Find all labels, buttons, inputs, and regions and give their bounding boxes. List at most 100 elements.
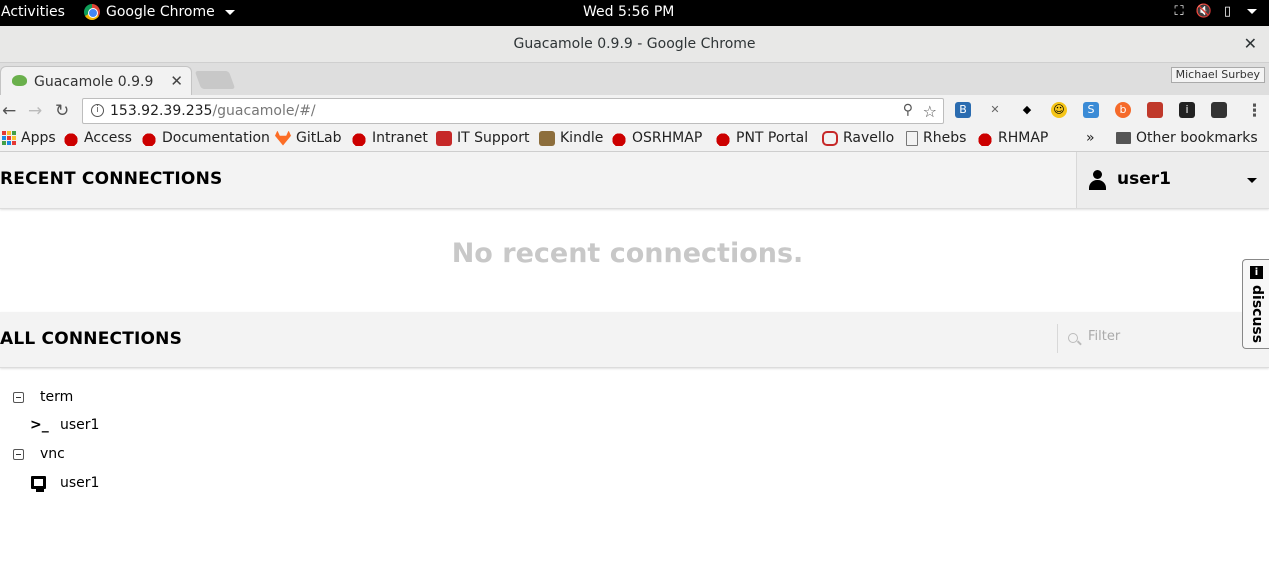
collapse-icon[interactable] xyxy=(13,449,24,460)
system-tray[interactable]: ⛶ 🔇 ▯ xyxy=(1175,4,1257,19)
emoji-icon[interactable]: ☺ xyxy=(1051,102,1067,118)
page-icon xyxy=(906,130,918,146)
kindle-icon xyxy=(539,130,555,146)
bookmark-label: Apps xyxy=(21,130,56,146)
volume-muted-icon: 🔇 xyxy=(1195,4,1212,19)
extension-icon[interactable]: B xyxy=(955,102,971,118)
profile-button[interactable]: Michael Surbey xyxy=(1170,67,1265,83)
discuss-label: discuss xyxy=(1249,284,1265,344)
bookmark-intranet[interactable]: Intranet xyxy=(351,130,428,146)
os-top-bar: Activities Google Chrome Wed 5:56 PM ⛶ 🔇… xyxy=(0,0,1269,26)
connection-group-vnc[interactable]: vnc xyxy=(0,444,200,466)
git-icon[interactable]: ◆ xyxy=(1019,102,1035,118)
connection-label: user1 xyxy=(60,417,100,433)
recent-connections-header: RECENT CONNECTIONS user1 xyxy=(0,152,1269,209)
other-bookmarks-label: Other bookmarks xyxy=(1136,130,1258,146)
user-icon xyxy=(1089,170,1106,190)
bookmark-osrhmap[interactable]: OSRHMAP xyxy=(611,130,702,146)
user-menu-name: user1 xyxy=(1117,169,1171,189)
bookmarks-overflow-button[interactable]: » xyxy=(1086,130,1095,146)
url-host: 153.92.39.235 xyxy=(110,103,213,119)
info-icon[interactable]: i xyxy=(91,104,104,117)
servicenow-icon xyxy=(436,130,452,146)
back-button[interactable]: ← xyxy=(2,101,16,121)
redhat-icon xyxy=(63,130,79,146)
forward-button[interactable]: → xyxy=(28,101,42,121)
tab-close-button[interactable]: ✕ xyxy=(170,72,183,90)
bookmarks-bar: Apps Access Documentation GitLab Intrane… xyxy=(0,127,1269,152)
bookmark-gitlab[interactable]: GitLab xyxy=(275,130,342,146)
redhat-icon xyxy=(611,130,627,146)
no-recent-connections-message: No recent connections. xyxy=(451,238,804,269)
extension-icon[interactable]: ✕ xyxy=(987,102,1003,118)
other-bookmarks-folder[interactable]: Other bookmarks xyxy=(1116,130,1258,146)
bookmark-label: RHMAP xyxy=(998,130,1049,146)
bookmark-label: Documentation xyxy=(162,130,270,146)
filter-placeholder: Filter xyxy=(1088,329,1121,344)
url-text: 153.92.39.235/guacamole/#/ xyxy=(110,103,316,119)
bookmark-label: GitLab xyxy=(296,130,342,146)
bookmark-label: Ravello xyxy=(843,130,895,146)
bookmark-star-icon[interactable]: ☆ xyxy=(923,102,937,121)
clock[interactable]: Wed 5:56 PM xyxy=(583,4,674,20)
bookmark-access[interactable]: Access xyxy=(63,130,132,146)
terminal-icon: >_ xyxy=(30,417,49,433)
extension-icon[interactable]: S xyxy=(1083,102,1099,118)
connection-group-term[interactable]: term xyxy=(0,380,200,405)
bookmark-rhebs[interactable]: Rhebs xyxy=(906,130,966,146)
bookmark-ravello[interactable]: Ravello xyxy=(822,130,894,146)
app-menu[interactable]: Google Chrome xyxy=(84,4,235,20)
search-icon xyxy=(1068,333,1078,343)
address-bar[interactable]: i 153.92.39.235/guacamole/#/ ⚲ ☆ xyxy=(82,98,944,124)
new-tab-button[interactable] xyxy=(194,71,236,89)
bookmark-label: OSRHMAP xyxy=(632,130,703,146)
bookmark-pnt-portal[interactable]: PNT Portal xyxy=(715,130,808,146)
info-extension-icon[interactable]: i xyxy=(1179,102,1195,118)
user-menu[interactable]: user1 xyxy=(1076,152,1269,208)
chevron-down-icon xyxy=(1247,178,1257,183)
window-close-button[interactable]: ✕ xyxy=(1244,34,1257,53)
all-connections-title: ALL CONNECTIONS xyxy=(0,329,183,349)
bookmark-label: Rhebs xyxy=(923,130,967,146)
bookmark-label: Kindle xyxy=(560,130,604,146)
bookmark-label: Access xyxy=(84,130,132,146)
network-icon: ⛶ xyxy=(1174,4,1184,19)
oracle-icon xyxy=(822,130,838,146)
key-icon[interactable]: ⚲ xyxy=(903,102,913,118)
gitlab-icon xyxy=(275,130,291,146)
folder-icon xyxy=(1116,132,1131,144)
extension-icon[interactable]: b xyxy=(1115,102,1131,118)
activities-button[interactable]: Activities xyxy=(1,4,65,20)
app-menu-label: Google Chrome xyxy=(106,4,215,20)
tab-guacamole[interactable]: Guacamole 0.9.9 ✕ xyxy=(0,66,192,95)
redhat-icon xyxy=(715,130,731,146)
bookmark-label: Intranet xyxy=(372,130,428,146)
filter-input[interactable]: Filter xyxy=(1057,324,1247,353)
tab-label: Guacamole 0.9.9 xyxy=(34,74,154,90)
bookmark-documentation[interactable]: Documentation xyxy=(141,130,270,146)
collapse-icon[interactable] xyxy=(13,392,24,403)
bookmark-rhmap[interactable]: RHMAP xyxy=(977,130,1048,146)
extension-icon[interactable] xyxy=(1211,102,1227,118)
chevron-down-icon xyxy=(1247,9,1257,14)
reload-button[interactable]: ↻ xyxy=(55,101,69,121)
discuss-tab[interactable]: i discuss xyxy=(1242,259,1269,349)
window-title: Guacamole 0.9.9 - Google Chrome xyxy=(513,36,756,52)
bookmark-it-support[interactable]: IT Support xyxy=(436,130,529,146)
guacamole-favicon-icon xyxy=(12,75,27,86)
connection-label: user1 xyxy=(60,475,100,491)
redhat-icon xyxy=(141,130,157,146)
connection-vnc-user1[interactable]: user1 xyxy=(0,474,200,496)
bookmark-label: IT Support xyxy=(457,130,530,146)
connection-term-user1[interactable]: >_ user1 xyxy=(0,416,200,438)
chevron-down-icon xyxy=(224,9,235,15)
browser-toolbar: ← → ↻ i 153.92.39.235/guacamole/#/ ⚲ ☆ B… xyxy=(0,95,1269,127)
bookmark-apps[interactable]: Apps xyxy=(2,130,56,146)
bookmark-kindle[interactable]: Kindle xyxy=(539,130,603,146)
menu-icon[interactable]: ⋮ xyxy=(1246,101,1263,121)
url-path: /guacamole/#/ xyxy=(212,103,316,119)
window-title-bar: Guacamole 0.9.9 - Google Chrome ✕ xyxy=(0,26,1269,63)
recent-connections-title: RECENT CONNECTIONS xyxy=(0,169,223,189)
info-icon: i xyxy=(1250,266,1263,279)
extension-icon[interactable] xyxy=(1147,102,1163,118)
